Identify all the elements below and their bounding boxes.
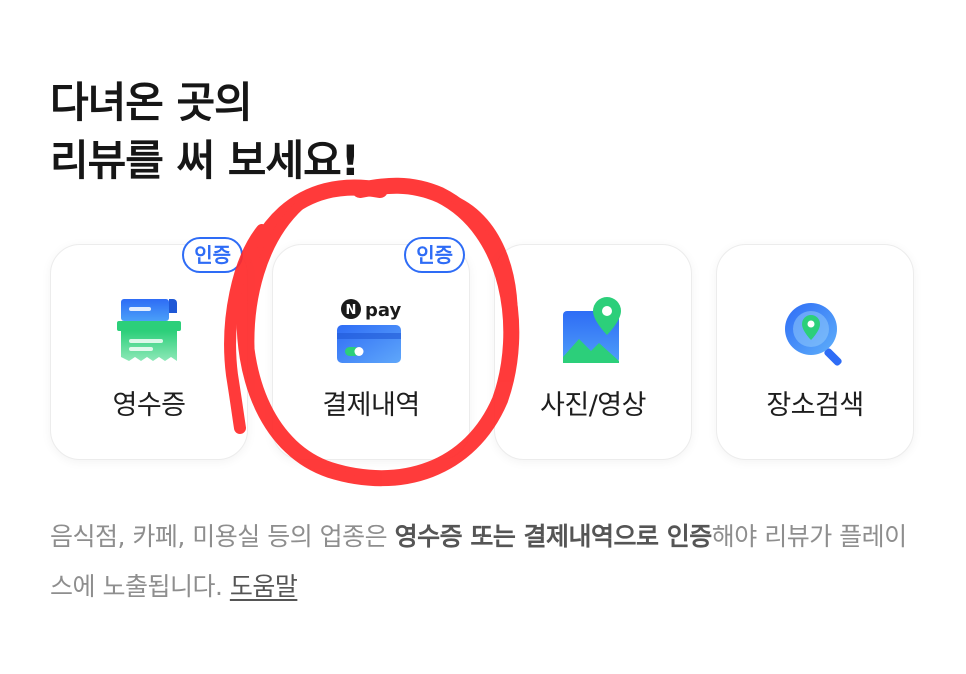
page-title-line-2: 리뷰를 써 보세요! bbox=[50, 136, 360, 185]
review-method-cards: 인증 영수증 인증 N pay 결제내역 사진/영상 장소검색 bbox=[50, 237, 916, 462]
photo-video-card[interactable]: 사진/영상 bbox=[494, 244, 692, 460]
notice-text-1: 음식점, 카페, 미용실 등의 업종은 bbox=[50, 522, 395, 551]
npay-logo-text: pay bbox=[365, 300, 401, 321]
payment-history-card[interactable]: 인증 N pay 결제내역 bbox=[272, 237, 470, 460]
search-location-icon bbox=[779, 297, 851, 367]
card-label: 사진/영상 bbox=[540, 390, 646, 421]
page-title: 다녀온 곳의 리뷰를 써 보세요! bbox=[50, 74, 360, 190]
page-title-line-1: 다녀온 곳의 bbox=[50, 78, 253, 127]
photo-pin-icon bbox=[557, 297, 629, 367]
notice-emphasis: 영수증 또는 결제내역으로 인증 bbox=[394, 522, 713, 551]
card-label: 결제내역 bbox=[322, 390, 420, 421]
verification-notice: 음식점, 카페, 미용실 등의 업종은 영수증 또는 결제내역으로 인증해야 리… bbox=[50, 512, 916, 612]
npay-logo-letter: N bbox=[346, 303, 357, 318]
help-link[interactable]: 도움말 bbox=[230, 572, 298, 601]
npay-card-icon: N pay bbox=[335, 297, 407, 367]
verified-badge: 인증 bbox=[182, 237, 243, 273]
card-label: 장소검색 bbox=[766, 390, 864, 421]
verified-badge: 인증 bbox=[404, 237, 465, 273]
place-search-card[interactable]: 장소검색 bbox=[716, 244, 914, 460]
card-label: 영수증 bbox=[112, 390, 186, 421]
receipt-card[interactable]: 인증 영수증 bbox=[50, 237, 248, 460]
receipt-icon bbox=[113, 297, 185, 367]
